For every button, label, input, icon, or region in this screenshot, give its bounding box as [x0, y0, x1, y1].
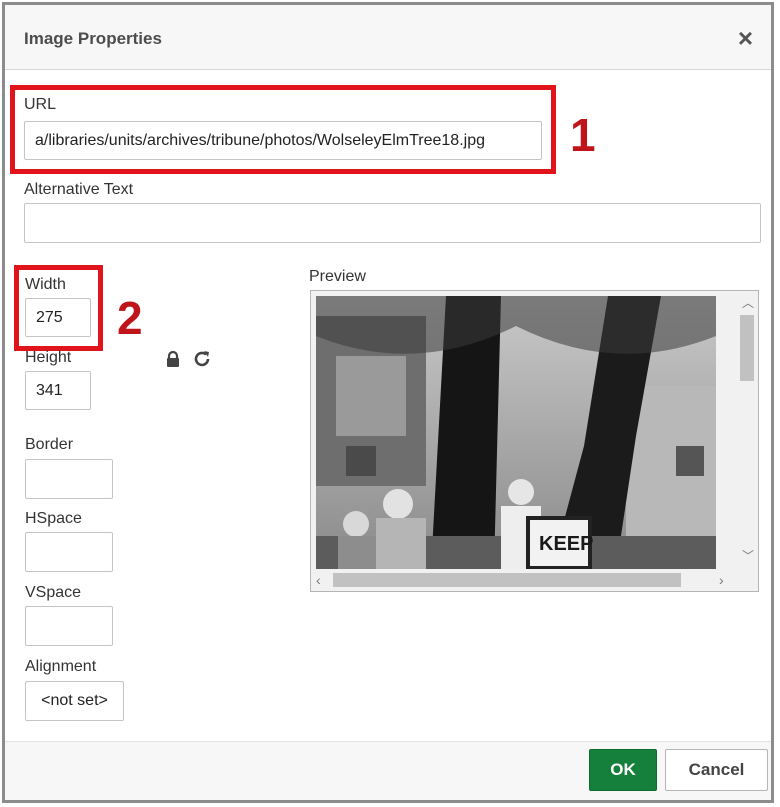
alignment-select[interactable]: <not set>: [25, 681, 124, 721]
hspace-input[interactable]: [25, 532, 113, 572]
preview-sign-text: KEEP: [539, 533, 593, 555]
height-input[interactable]: 341: [25, 371, 91, 410]
alt-text-input[interactable]: [24, 203, 761, 243]
reset-size-icon[interactable]: [192, 349, 212, 369]
preview-vertical-scrollbar[interactable]: ︿ ﹀: [736, 291, 758, 569]
vertical-scroll-thumb[interactable]: [740, 315, 754, 381]
horizontal-scroll-thumb[interactable]: [333, 573, 681, 587]
alignment-label: Alignment: [25, 658, 97, 675]
preview-label: Preview: [309, 268, 366, 285]
preview-horizontal-scrollbar[interactable]: ‹ ›: [311, 569, 738, 591]
scroll-right-icon[interactable]: ›: [719, 572, 724, 588]
alt-text-label: Alternative Text: [24, 181, 134, 198]
image-properties-dialog: Image Properties × URL a/libraries/units…: [2, 2, 774, 803]
close-icon[interactable]: ×: [738, 25, 753, 51]
vspace-input[interactable]: [25, 606, 113, 646]
hspace-label: HSpace: [25, 510, 82, 527]
annotation-number-1: 1: [570, 109, 596, 161]
annotation-box-2: [14, 265, 103, 351]
lock-icon[interactable]: [164, 350, 182, 368]
scroll-left-icon[interactable]: ‹: [316, 572, 321, 588]
border-input[interactable]: [25, 459, 113, 499]
scroll-up-icon[interactable]: ︿: [742, 294, 754, 311]
annotation-number-2: 2: [117, 292, 143, 344]
scroll-down-icon[interactable]: ﹀: [742, 547, 754, 564]
border-label: Border: [25, 436, 74, 453]
preview-image: KEEP: [316, 296, 716, 569]
preview-pane: KEEP ︿ ﹀ ‹ ›: [310, 290, 759, 592]
dialog-title: Image Properties: [24, 29, 162, 48]
dialog-titlebar: Image Properties ×: [5, 5, 771, 70]
vspace-label: VSpace: [25, 584, 82, 601]
dialog-footer: OK Cancel: [5, 741, 771, 800]
cancel-button[interactable]: Cancel: [665, 749, 768, 791]
ok-button[interactable]: OK: [589, 749, 657, 791]
height-label: Height: [25, 349, 72, 366]
annotation-box-1: [10, 85, 556, 174]
